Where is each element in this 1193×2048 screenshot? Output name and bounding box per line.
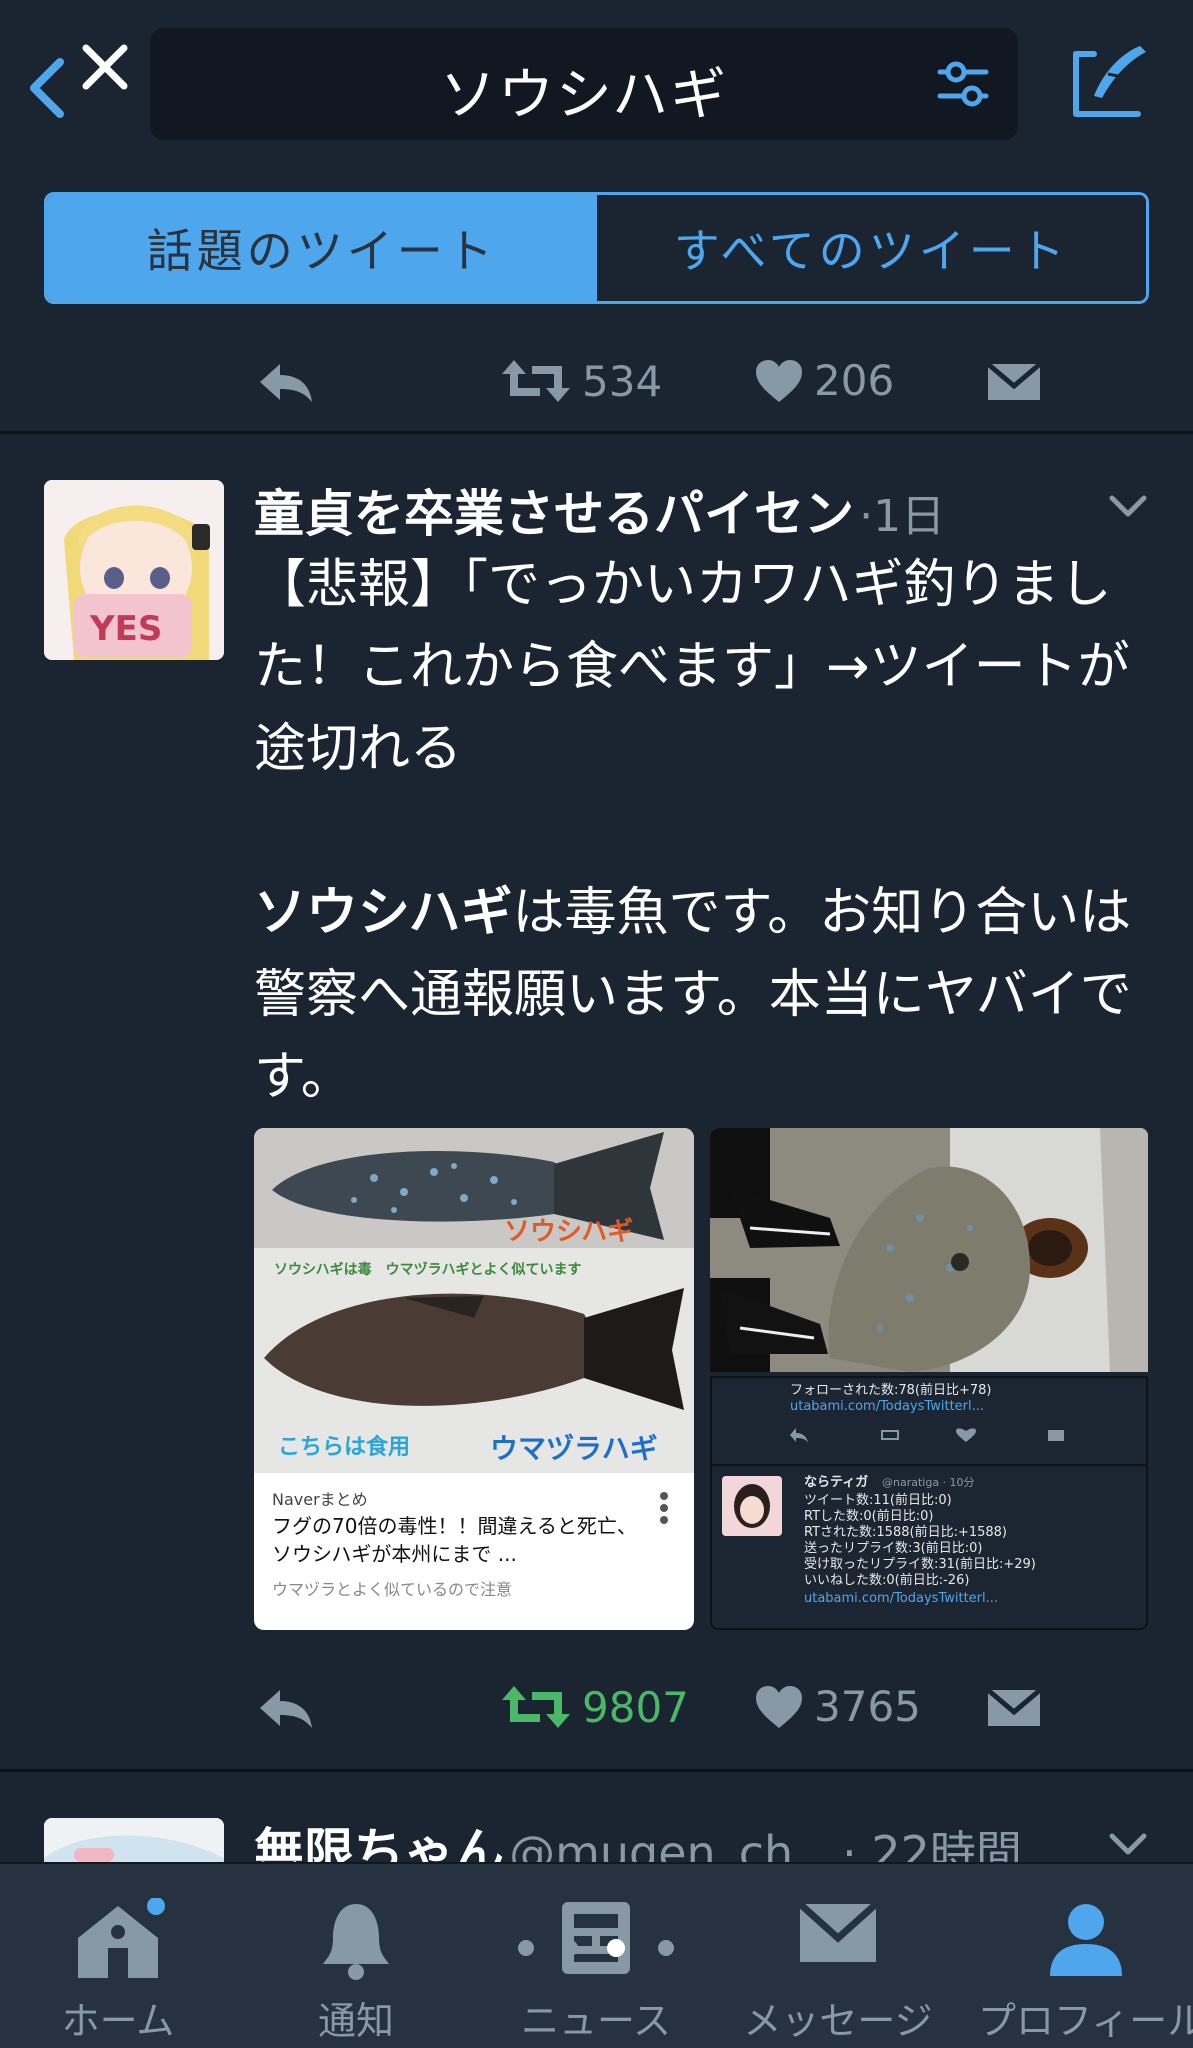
tweet-like-button[interactable]: 3765 bbox=[754, 1682, 921, 1731]
next-display-name[interactable]: 無限ちゃん bbox=[254, 1823, 504, 1864]
next-tweet-header: 無限ちゃん @mugen_ch... · 22時間 bbox=[254, 1812, 1022, 1864]
more-vertical-icon bbox=[660, 1492, 668, 1524]
tab-profile[interactable]: プロフィール bbox=[978, 1864, 1193, 2048]
ground-photo bbox=[710, 1128, 1148, 1372]
mini-user-handle: @naratiga · 10分 bbox=[882, 1476, 975, 1489]
close-button[interactable] bbox=[78, 40, 134, 96]
like-button[interactable]: 206 bbox=[754, 356, 894, 405]
tweet[interactable]: YES 童貞を卒業させるパイセン ·1日 【悲報】「でっかいカワハギ釣りました！… bbox=[0, 436, 1193, 1772]
heart-icon bbox=[756, 359, 802, 402]
like-count: 206 bbox=[814, 356, 895, 405]
tab-news-label: ニュース bbox=[520, 1999, 672, 2043]
heart-icon bbox=[756, 1685, 802, 1728]
mini-link-2: utabami.com/TodaysTwitterl... bbox=[804, 1591, 999, 1606]
tab-messages-label: メッセージ bbox=[743, 1999, 933, 2043]
media-image-stats-screenshot[interactable]: フォローされた数:78(前日比+78) utabami.com/TodaysTw… bbox=[710, 1376, 1148, 1630]
profile-icon bbox=[1049, 1904, 1122, 1976]
reply-icon bbox=[260, 364, 312, 402]
tweet-like-count: 3765 bbox=[814, 1682, 921, 1731]
mini-avatar bbox=[722, 1476, 782, 1536]
close-icon bbox=[82, 44, 128, 90]
tab-notifications[interactable]: 通知 bbox=[256, 1864, 456, 2048]
tweet-text: 【悲報】「でっかいカワハギ釣りました！これから食べます」→ツイートが途切れる ソ… bbox=[254, 544, 1154, 1118]
search-query-text: ソウシハギ bbox=[439, 63, 729, 128]
tweet-reply-button[interactable] bbox=[256, 1686, 316, 1730]
next-handle: @mugen_ch... bbox=[509, 1826, 838, 1864]
top-bar: ソウシハギ 話題のツイート すべてのツイート bbox=[0, 0, 1193, 330]
envelope-icon bbox=[986, 362, 1042, 400]
card-domain: Naverまとめ bbox=[272, 1490, 368, 1509]
compose-button[interactable] bbox=[1068, 40, 1158, 130]
separator: · bbox=[859, 491, 874, 542]
retweet-count: 534 bbox=[582, 356, 663, 406]
tweet-dm-button[interactable] bbox=[986, 1686, 1042, 1730]
tab-top-tweets[interactable]: 話題のツイート bbox=[47, 195, 597, 301]
avatar-text: YES bbox=[89, 609, 162, 649]
home-icon bbox=[78, 1898, 165, 1978]
twitter-search-screen: ソウシハギ 話題のツイート すべてのツイート 534 206 YES 童貞を卒業… bbox=[0, 0, 1193, 2048]
envelope-icon bbox=[798, 1901, 878, 1962]
mini-link-1: utabami.com/TodaysTwitterl... bbox=[790, 1399, 985, 1414]
tweet-retweet-count: 9807 bbox=[582, 1682, 689, 1732]
reply-button[interactable] bbox=[256, 360, 316, 404]
bell-icon bbox=[323, 1904, 389, 1980]
search-input[interactable]: ソウシハギ bbox=[150, 28, 1018, 140]
tab-home-label: ホーム bbox=[61, 1999, 175, 2043]
fish-photo: ソウシハギ ソウシハギは毒 ウマヅラハギとよく似ています こちらは食用 ウマヅラ… bbox=[254, 1128, 694, 1473]
tweet-header: 童貞を卒業させるパイセン ·1日 bbox=[254, 474, 1154, 544]
chevron-down-icon[interactable] bbox=[1106, 490, 1150, 522]
dm-button[interactable] bbox=[986, 360, 1042, 404]
avatar-image: YES bbox=[44, 480, 224, 660]
avatar[interactable]: YES bbox=[44, 480, 224, 660]
label-umazurahagi: ウマヅラハギ bbox=[490, 1432, 658, 1465]
mini-action-icons bbox=[790, 1428, 1064, 1443]
tweet-text-line1: 【悲報】「でっかいカワハギ釣りました！これから食べます」→ツイートが途切れる bbox=[254, 555, 1130, 779]
next-time: · 22時間 bbox=[842, 1826, 1022, 1864]
compose-icon bbox=[1073, 46, 1146, 117]
media-image-fish-comparison[interactable]: ソウシハギ ソウシハギは毒 ウマヅラハギとよく似ています こちらは食用 ウマヅラ… bbox=[254, 1128, 694, 1630]
mini-divider bbox=[712, 1464, 1146, 1466]
card-title: フグの70倍の毒性！！間違えると死亡、ソウシハギが本州にまで ... bbox=[272, 1514, 637, 1566]
search-tabs: 話題のツイート すべてのツイート bbox=[44, 192, 1149, 304]
display-name[interactable]: 童貞を卒業させるパイセン bbox=[254, 485, 854, 543]
mini-stat-6: いいねした数:0(前日比:-26) bbox=[804, 1573, 970, 1588]
tweet-retweet-button[interactable]: 9807 bbox=[500, 1682, 689, 1732]
label-soushihagi: ソウシハギ bbox=[504, 1217, 633, 1247]
next-tweet[interactable]: 無限ちゃん @mugen_ch... · 22時間 bbox=[0, 1774, 1193, 1864]
media-image-fish-photo[interactable] bbox=[710, 1128, 1148, 1372]
tweet-time: 1日 bbox=[873, 491, 946, 542]
tweet-text-bold: ソウシハギ bbox=[254, 883, 513, 943]
page-indicator bbox=[518, 1939, 674, 1957]
label-caption: ソウシハギは毒 ウマヅラハギとよく似ています bbox=[274, 1261, 581, 1278]
next-avatar[interactable] bbox=[44, 1818, 224, 1864]
tab-messages[interactable]: メッセージ bbox=[738, 1864, 938, 2048]
label-edible: こちらは食用 bbox=[278, 1434, 410, 1460]
chevron-left-icon bbox=[30, 58, 64, 118]
envelope-icon bbox=[986, 1688, 1042, 1726]
tab-all-tweets[interactable]: すべてのツイート bbox=[596, 195, 1146, 301]
chevron-down-icon[interactable] bbox=[1106, 1828, 1150, 1860]
tab-notifications-label: 通知 bbox=[317, 1999, 394, 2043]
tab-profile-label: プロフィール bbox=[978, 1999, 1193, 2043]
reply-icon bbox=[260, 1690, 312, 1728]
retweet-icon bbox=[502, 1686, 570, 1728]
card-description: ウマヅラとよく似ているので注意 bbox=[272, 1580, 513, 1599]
retweet-button[interactable]: 534 bbox=[500, 356, 662, 406]
tab-home[interactable]: ホーム bbox=[18, 1864, 218, 2048]
previous-tweet-actions: 534 206 bbox=[0, 330, 1193, 434]
retweet-icon bbox=[502, 360, 570, 402]
back-button[interactable] bbox=[22, 40, 82, 130]
filter-icon[interactable] bbox=[934, 56, 992, 114]
mini-user-name: ならティガ bbox=[804, 1475, 869, 1490]
